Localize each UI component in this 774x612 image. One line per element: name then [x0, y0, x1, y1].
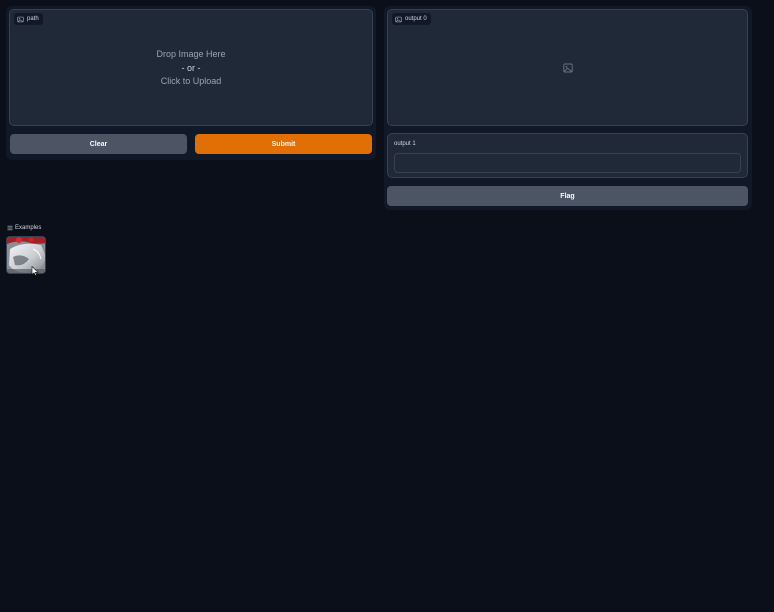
- flag-button[interactable]: Flag: [387, 186, 748, 206]
- list-icon: [7, 225, 13, 231]
- image-input-label: path: [14, 13, 43, 25]
- input-panel: path Drop Image Here - or - Click to Upl…: [6, 6, 376, 160]
- clear-button[interactable]: Clear: [10, 134, 187, 154]
- examples-header: Examples: [7, 225, 41, 231]
- drop-instructions: Drop Image Here - or - Click to Upload: [10, 48, 372, 89]
- output-text-label: output 1: [394, 141, 416, 147]
- output-image-label-text: output 0: [405, 16, 427, 22]
- app-root: path Drop Image Here - or - Click to Upl…: [0, 0, 774, 612]
- image-icon: [17, 16, 24, 22]
- examples-header-text: Examples: [15, 225, 42, 231]
- output-image-label: output 0: [392, 13, 431, 25]
- output-panel: output 0 output 1 Flag: [384, 6, 752, 210]
- image-placeholder-icon: [562, 63, 573, 72]
- drop-line-3[interactable]: Click to Upload: [10, 75, 372, 89]
- image-input-label-text: path: [27, 16, 39, 22]
- submit-button[interactable]: Submit: [195, 134, 372, 154]
- image-icon: [395, 16, 402, 22]
- drop-line-2: - or -: [181, 62, 201, 73]
- image-upload-dropzone[interactable]: path Drop Image Here - or - Click to Upl…: [9, 9, 373, 126]
- example-image: [7, 237, 45, 273]
- mouse-cursor-icon: [31, 266, 39, 276]
- example-thumbnail[interactable]: [6, 236, 46, 274]
- output-textbox[interactable]: [394, 153, 741, 173]
- drop-line-1: Drop Image Here: [156, 49, 226, 59]
- output-text-box: output 1: [387, 133, 748, 178]
- output-image-box: output 0: [387, 9, 748, 126]
